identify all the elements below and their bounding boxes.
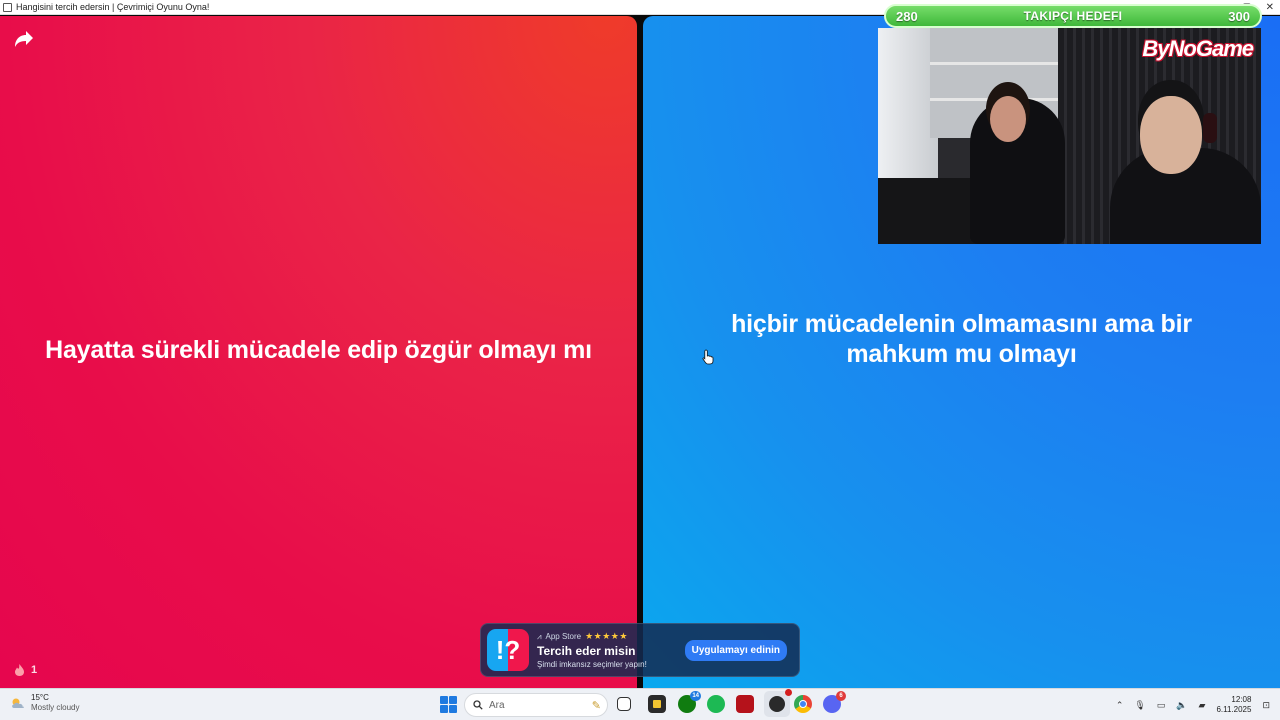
obs-studio-icon[interactable] <box>764 689 792 717</box>
screen: Hangisini tercih edersin | Çevrimiçi Oyu… <box>0 0 1280 720</box>
follower-goal-bar: 280 TAKIPÇI HEDEFI 300 <box>884 4 1262 28</box>
battery-icon[interactable]: ▰ <box>1199 700 1206 711</box>
option-right-text: hiçbir mücadelenin olmamasını ama bir ma… <box>731 310 1192 368</box>
discord-badge: 6 <box>836 691 846 701</box>
webcam-shelf-line <box>930 98 1060 101</box>
window-title: Hangisini tercih edersin | Çevrimiçi Oyu… <box>16 2 210 12</box>
start-windows-icon[interactable] <box>440 696 457 713</box>
rating-stars: ★★★★★ <box>585 631 628 641</box>
discord-icon[interactable]: 6 <box>823 691 846 713</box>
webcam-person-right-head <box>1140 96 1202 174</box>
store-line: ⩘ App Store ★★★★★ <box>537 631 685 642</box>
weather-condition: Mostly cloudy <box>31 703 80 712</box>
webcam-person-left-head <box>990 96 1026 142</box>
taskbar-search-input[interactable]: Ara ✎ <box>464 693 608 717</box>
goal-current: 280 <box>896 8 918 24</box>
volume-icon[interactable]: 🔈 <box>1176 700 1187 711</box>
tray-expand-icon[interactable]: ⌃ <box>1116 700 1124 711</box>
flame-icon <box>15 664 24 676</box>
app-store-banner[interactable]: !? ⩘ App Store ★★★★★ Tercih eder misin Ş… <box>480 623 800 677</box>
weather-temp: 15°C <box>31 693 49 702</box>
app-logo-icon: !? <box>487 629 529 671</box>
store-name: App Store <box>545 632 582 641</box>
search-highlight-icon: ✎ <box>591 699 601 712</box>
taskbar: 15°C Mostly cloudy Ara ✎ 14 6 ⌃ 🎙 ▭ 🔈 ▰ … <box>0 688 1280 720</box>
notification-icon[interactable]: ⊡ <box>1262 700 1270 711</box>
cloud-sun-icon <box>12 698 24 708</box>
clock-date: 6.11.2025 <box>1216 705 1252 714</box>
goal-target: 300 <box>1228 8 1250 24</box>
display-icon[interactable]: ▭ <box>1157 700 1166 711</box>
webcam-shelf-line <box>930 62 1060 65</box>
goal-title: TAKIPÇI HEDEFI <box>1023 9 1123 23</box>
microphone-icon[interactable]: 🎙 <box>1134 700 1145 711</box>
get-app-button[interactable]: Uygulamayı edinin <box>684 639 787 661</box>
hand-cursor-icon <box>702 349 714 365</box>
system-tray: ⌃ 🎙 ▭ 🔈 ▰ 12:08 6.11.2025 ⊡ <box>1116 689 1280 720</box>
search-placeholder: Ara <box>489 699 505 711</box>
notes-app-icon[interactable] <box>648 695 666 713</box>
banner-info: ⩘ App Store ★★★★★ Tercih eder misin Şimd… <box>537 631 685 669</box>
media-app-icon[interactable] <box>736 695 754 713</box>
like-counter[interactable]: 1 <box>14 664 37 676</box>
option-left-card[interactable]: Hayatta sürekli mücadele edip özgür olma… <box>0 16 637 688</box>
banner-app-name: Tercih eder misin <box>537 644 636 658</box>
close-button[interactable]: ✕ <box>1266 0 1274 15</box>
xbox-badge: 14 <box>690 691 701 701</box>
chrome-icon[interactable] <box>794 695 812 713</box>
webcam-overlay: ByNoGame <box>878 28 1261 244</box>
option-left-text: Hayatta sürekli mücadele edip özgür olma… <box>45 336 592 364</box>
clock-time: 12:08 <box>1231 695 1252 704</box>
share-icon[interactable] <box>13 30 35 50</box>
recording-dot <box>785 689 792 696</box>
search-icon <box>473 700 483 710</box>
like-count: 1 <box>31 664 38 676</box>
task-view-icon[interactable] <box>617 697 631 711</box>
headset-icon <box>1203 113 1217 143</box>
channel-logo: ByNoGame <box>1142 36 1254 61</box>
app-store-icon: ⩘ <box>537 631 542 641</box>
spotify-icon[interactable] <box>707 695 725 713</box>
clock[interactable]: 12:08 6.11.2025 <box>1216 695 1251 715</box>
banner-tagline: Şimdi imkansız seçimler yapın! <box>537 660 647 669</box>
weather-widget[interactable]: 15°C Mostly cloudy <box>10 693 79 713</box>
window-app-icon <box>3 2 12 12</box>
xbox-icon[interactable]: 14 <box>678 691 701 713</box>
